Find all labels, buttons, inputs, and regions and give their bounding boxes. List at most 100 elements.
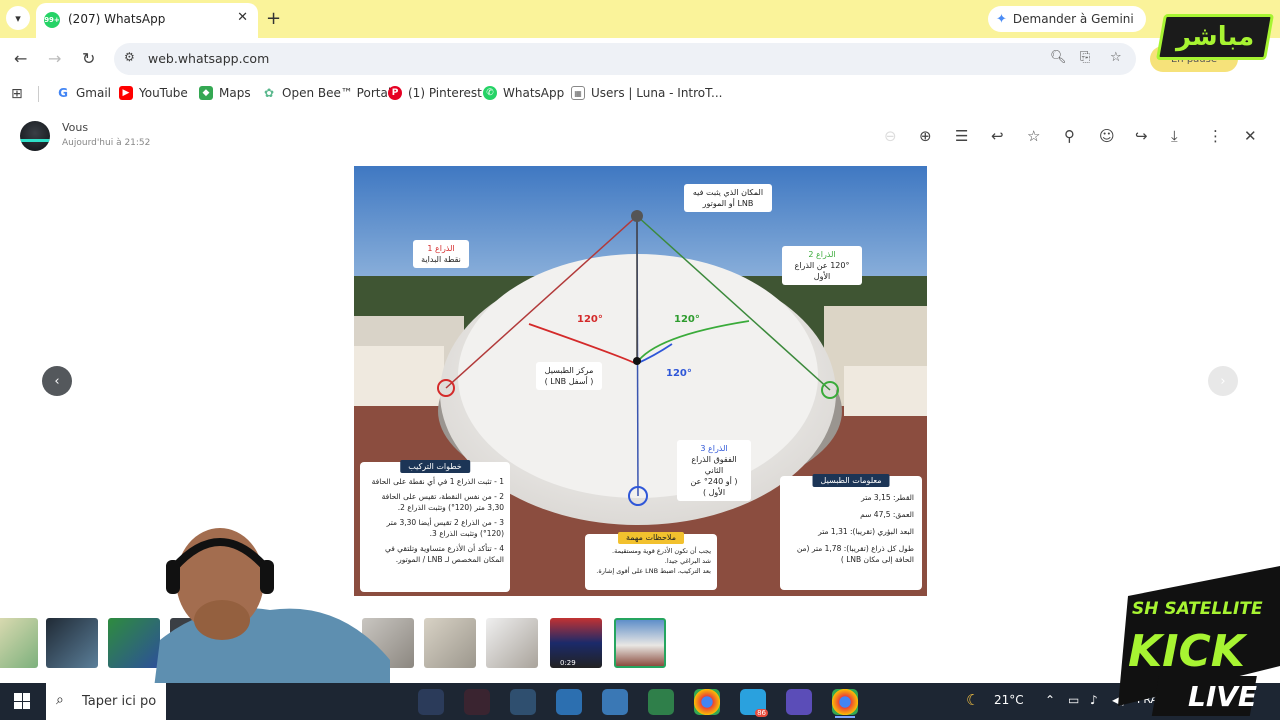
- taskbar-app-icon[interactable]: [464, 689, 490, 715]
- chrome-icon[interactable]: [694, 689, 720, 715]
- taskbar-search[interactable]: ⌕ Taper ici po: [46, 683, 166, 720]
- label-arm-3: الذراع 3 الفقوق الذراع الثاني ( أو 240° …: [677, 440, 751, 501]
- taskbar-app-icon[interactable]: [648, 689, 674, 715]
- forward-arrow-icon[interactable]: →: [48, 49, 61, 68]
- info-title: معلومات الطبسيل: [812, 474, 890, 487]
- next-media-button[interactable]: ›: [1208, 366, 1238, 396]
- pin-icon[interactable]: ⚲: [1064, 127, 1075, 145]
- info-item: طول كل ذراع (تقريبا): 1,78 متر (من الحاف…: [796, 544, 914, 564]
- tab-whatsapp[interactable]: 99+ (207) WhatsApp ✕: [36, 3, 258, 38]
- reply-icon[interactable]: ↩: [991, 127, 1004, 145]
- tray-chevron-icon[interactable]: ⌃: [1045, 693, 1055, 707]
- bookmark-gmail[interactable]: G Gmail: [56, 86, 111, 100]
- label-arm-1: الذراع 1 نقطة البداية: [413, 240, 469, 268]
- calculator-icon[interactable]: [602, 689, 628, 715]
- media-thumbnail[interactable]: [46, 618, 98, 668]
- zoom-icon[interactable]: 🔍︎: [1050, 50, 1067, 65]
- bookmark-whatsapp[interactable]: ✆ WhatsApp: [483, 86, 564, 100]
- forward-icon[interactable]: ↪: [1135, 127, 1148, 145]
- bookmark-maps[interactable]: ◆ Maps: [199, 86, 251, 100]
- browser-toolbar: ← → ↻ ⚙ web.whatsapp.com 🔍︎ ⎘ ☆ En pause: [0, 38, 1280, 80]
- label-dish-center: مركز الطبسيل ( أسفل LNB ): [536, 362, 602, 390]
- media-thumbnail-video[interactable]: 0:29: [550, 618, 602, 668]
- maps-icon: ◆: [199, 86, 213, 100]
- steps-title: خطوات التركيب: [400, 460, 470, 473]
- chrome-active-icon[interactable]: [832, 689, 858, 715]
- caption-icon[interactable]: ☰: [955, 127, 968, 145]
- address-bar[interactable]: ⚙ web.whatsapp.com 🔍︎ ⎘ ☆: [114, 43, 1136, 75]
- angle-label-right: 120°: [674, 314, 700, 325]
- windows-taskbar: ⌕ Taper ici po 86 ☾ 21°C ⌃ ▭ ♪ ◀) FRA 0: [0, 683, 1280, 720]
- microphone-icon[interactable]: ♪: [1090, 693, 1098, 707]
- search-icon: ⌕: [56, 692, 64, 708]
- panel-important-notes: ملاحظات مهمة يجب أن تكون الأذرع قوية ومس…: [585, 532, 717, 590]
- arm-3-subtitle-2: ( أو 240° عن الأول ): [690, 477, 738, 497]
- bookmark-label: Gmail: [76, 86, 112, 100]
- angle-label-bottom: 120°: [666, 368, 692, 379]
- previous-media-button[interactable]: ‹: [42, 366, 72, 396]
- network-icon[interactable]: ▭: [1068, 693, 1079, 707]
- avatar[interactable]: [20, 121, 50, 151]
- taskbar-app-icon[interactable]: [418, 689, 444, 715]
- gemini-sparkle-icon: ✦: [996, 11, 1007, 27]
- taskbar-app-icon[interactable]: [556, 689, 582, 715]
- panel-dish-info: معلومات الطبسيل القطر: 3,15 متر العمق: 4…: [780, 474, 922, 590]
- bookmark-luna[interactable]: ▦ Users | Luna - IntroT...: [571, 86, 722, 100]
- site-info-icon[interactable]: ⚙: [124, 50, 135, 64]
- bookmarks-bar: ⊞ G Gmail ▶ YouTube ◆ Maps ✿ Open Bee™ P…: [0, 80, 1280, 108]
- install-app-icon[interactable]: ⎘: [1080, 50, 1090, 65]
- gmail-icon: G: [56, 86, 70, 100]
- info-item: العمق: 47,5 سم: [860, 510, 914, 519]
- taskbar-app-icon[interactable]: [510, 689, 536, 715]
- close-icon[interactable]: ✕: [1244, 127, 1257, 145]
- url-text: web.whatsapp.com: [148, 51, 270, 66]
- label-lnb-mount: المكان الذي يثبت فيه LNB أو الموتور: [684, 184, 772, 212]
- bookmark-star-icon[interactable]: ☆: [1110, 50, 1122, 65]
- media-thumbnail-selected[interactable]: [614, 618, 666, 668]
- angle-label-left: 120°: [577, 314, 603, 325]
- watermark-text: مباشر: [1175, 22, 1255, 52]
- zoom-out-icon[interactable]: ⊖: [884, 127, 897, 145]
- active-app-indicator: [835, 716, 855, 718]
- windows-start-icon[interactable]: [14, 693, 30, 709]
- bookmark-pinterest[interactable]: P (1) Pinterest: [388, 86, 482, 100]
- apps-grid-icon[interactable]: ⊞: [11, 86, 23, 102]
- bookmark-label: (1) Pinterest: [408, 86, 482, 100]
- youtube-icon: ▶: [119, 86, 133, 100]
- media-thumbnail[interactable]: [424, 618, 476, 668]
- telegram-icon[interactable]: 86: [740, 689, 768, 717]
- bookmark-youtube[interactable]: ▶ YouTube: [119, 86, 188, 100]
- star-icon[interactable]: ☆: [1027, 127, 1040, 145]
- step-item: 1 - تثبت الذراع 1 في أي نقطة على الحافة: [371, 477, 504, 486]
- whatsapp-icon: ✆: [483, 86, 497, 100]
- media-image: المكان الذي يثبت فيه LNB أو الموتور الذر…: [354, 166, 927, 596]
- new-tab-button[interactable]: +: [266, 8, 281, 29]
- pinterest-icon: P: [388, 86, 402, 100]
- note-item: بعد التركيب، اضبط LNB على أقوى إشارة.: [596, 567, 711, 575]
- more-options-icon[interactable]: ⋮: [1208, 127, 1223, 145]
- weather-temperature[interactable]: 21°C: [994, 693, 1024, 707]
- gemini-button[interactable]: ✦ Demander à Gemini: [988, 6, 1146, 32]
- download-icon[interactable]: ⤓: [1171, 127, 1178, 145]
- zoom-in-icon[interactable]: ⊕: [919, 127, 932, 145]
- emoji-react-icon[interactable]: ☺: [1099, 127, 1115, 145]
- arm-2-subtitle: 120° عن الذراع الأول: [794, 261, 850, 281]
- bookmark-openbee[interactable]: ✿ Open Bee™ Portal: [262, 86, 391, 100]
- media-thumbnail[interactable]: [486, 618, 538, 668]
- bookmark-label: WhatsApp: [503, 86, 565, 100]
- media-thumbnail[interactable]: [0, 618, 38, 668]
- taskbar-app-icon[interactable]: [786, 689, 812, 715]
- media-viewer-header: Vous Aujourd'hui à 21:52 ⊖ ⊕ ☰ ↩ ☆ ⚲ ☺ ↪…: [0, 108, 1280, 164]
- gemini-label: Demander à Gemini: [1012, 12, 1134, 26]
- note-item: يجب أن تكون الأذرع قوية ومستقيمة.: [612, 547, 711, 555]
- arm-3-subtitle: الفقوق الذراع الثاني: [691, 455, 737, 475]
- bookmark-label: Open Bee™ Portal: [282, 86, 392, 100]
- reload-icon[interactable]: ↻: [82, 49, 95, 68]
- arm-1-title: الذراع 1: [427, 244, 455, 253]
- label-arm-2: الذراع 2 120° عن الذراع الأول: [782, 246, 862, 285]
- close-tab-icon[interactable]: ✕: [237, 10, 248, 25]
- back-arrow-icon[interactable]: ←: [14, 49, 27, 68]
- live-watermark-logo: مباشر: [1155, 14, 1275, 60]
- tab-search-button[interactable]: ▾: [6, 6, 30, 30]
- kick-brand-text: SH SATELLITE: [1132, 599, 1263, 619]
